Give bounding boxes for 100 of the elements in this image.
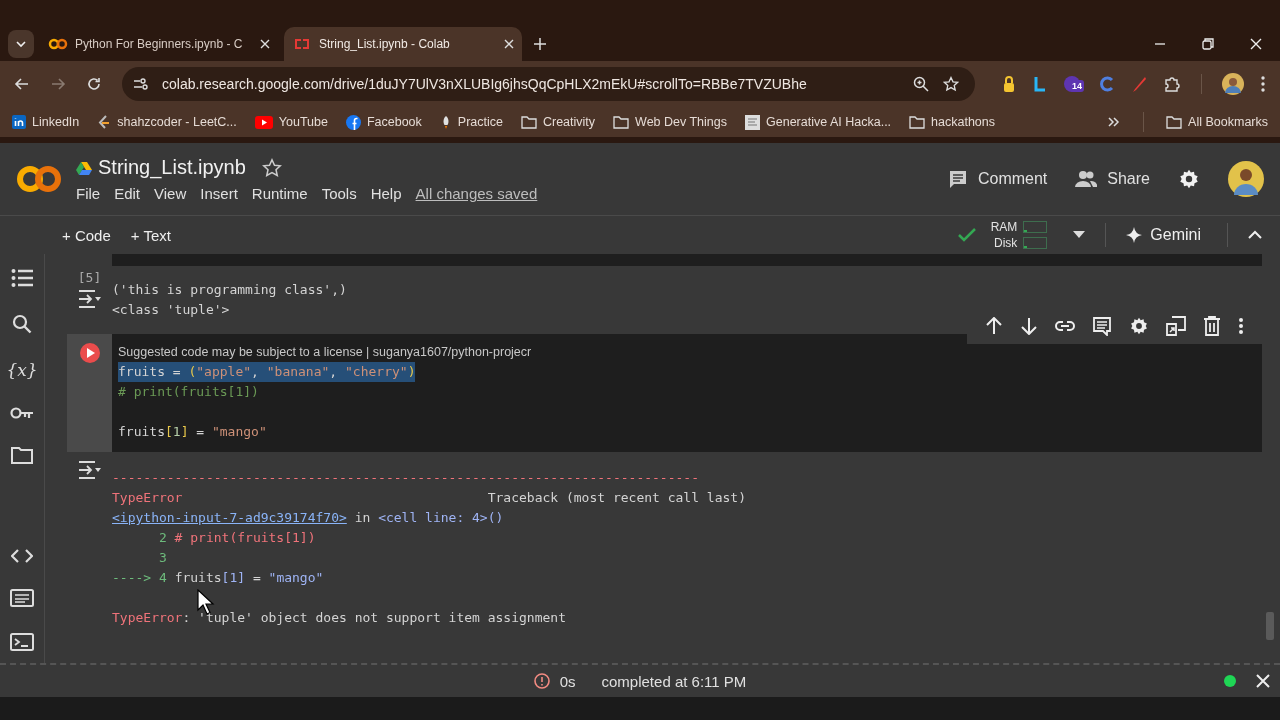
code-text: 1 — [172, 423, 181, 441]
settings-icon[interactable] — [1178, 168, 1200, 190]
close-icon[interactable] — [1250, 38, 1262, 50]
puzzle-icon[interactable] — [1163, 75, 1181, 93]
output-text: <class 'tuple'> — [112, 301, 230, 319]
close-icon[interactable] — [504, 39, 514, 49]
browser-tab[interactable]: Python For Beginners.ipynb - C — [40, 27, 278, 61]
move-up-icon[interactable] — [985, 317, 1003, 335]
lock-icon[interactable] — [1001, 75, 1017, 93]
new-tab-icon[interactable] — [534, 38, 546, 50]
zoom-icon[interactable] — [913, 76, 929, 92]
status-message: completed at 6:11 PM — [601, 672, 747, 690]
star-icon[interactable] — [943, 76, 959, 92]
output-text: = — [251, 569, 262, 587]
output-toggle-icon[interactable] — [77, 289, 102, 309]
colab-logo-icon — [292, 38, 312, 50]
folder-icon[interactable] — [11, 446, 33, 464]
disk-label: Disk — [993, 235, 1018, 251]
mirror-cell-icon[interactable] — [1166, 316, 1186, 336]
output-text: TypeError — [112, 489, 183, 507]
more-bookmarks-icon[interactable] — [1107, 116, 1122, 128]
code-text: , — [329, 363, 339, 381]
folder-icon — [1166, 115, 1183, 129]
error-icon — [533, 673, 550, 689]
variables-button[interactable]: {x} — [6, 360, 38, 380]
output-toggle-icon[interactable] — [77, 460, 102, 480]
comment-button[interactable]: Comment — [947, 169, 1048, 189]
menu-item[interactable]: Help — [370, 185, 402, 202]
code-text: "apple" — [196, 363, 252, 381]
output-text: Traceback (most recent call last) — [487, 489, 746, 507]
menu-item[interactable]: Tools — [321, 185, 357, 202]
license-notice: Suggested code may be subject to a license | suganya1607/python-projecr — [118, 344, 533, 360]
site-settings-icon[interactable] — [132, 76, 148, 92]
restore-icon[interactable] — [1202, 38, 1214, 50]
profile-avatar[interactable] — [1228, 161, 1264, 197]
table-of-contents-icon[interactable] — [11, 268, 33, 288]
link-icon[interactable] — [1055, 320, 1075, 332]
drive-icon — [76, 160, 92, 175]
pen-icon[interactable] — [1131, 75, 1147, 93]
terminal-icon[interactable] — [10, 633, 34, 651]
url-text: colab.research.google.com/drive/1duJY7UlV3nXLUBIg6jhsQqCpHLX2mEkU#scrollTo=RBBe7TVZUBhe — [162, 76, 808, 92]
bookmark[interactable]: Facebook — [345, 114, 422, 130]
bookmark[interactable]: Practice — [439, 114, 503, 130]
tab-title: Python For Beginners.ipynb - C — [75, 37, 244, 51]
profile-avatar[interactable] — [1222, 73, 1244, 95]
close-icon[interactable] — [1256, 674, 1270, 688]
source-link[interactable]: <ipython-input-7-ad9c39174f70> — [112, 508, 347, 528]
settings-icon[interactable] — [1129, 316, 1149, 336]
key-icon[interactable] — [10, 406, 34, 420]
address-bar[interactable]: colab.research.google.com/drive/1duJY7UlV3nXLUBIg6jhsQqCpHLX2mEkU#scrollTo=RBBe7TVZUBhe — [122, 67, 975, 101]
trash-icon[interactable] — [1203, 316, 1221, 336]
all-bookmarks-button[interactable]: All Bookmarks — [1166, 115, 1268, 129]
share-button[interactable]: Share — [1075, 170, 1150, 188]
command-palette-icon[interactable] — [10, 589, 34, 607]
bookmark[interactable]: Generative AI Hacka... — [745, 114, 892, 130]
add-text-button[interactable]: + Text — [130, 226, 171, 244]
resource-monitor[interactable]: RAM Disk — [990, 219, 1048, 251]
code-text: ] — [180, 423, 189, 441]
gemini-button[interactable]: Gemini — [1126, 226, 1201, 244]
scrollbar[interactable] — [1266, 612, 1274, 640]
bookmark-label: Web Dev Things — [635, 115, 727, 129]
save-status-link[interactable]: All changes saved — [415, 185, 538, 202]
menu-item[interactable]: Insert — [200, 185, 238, 202]
close-icon[interactable] — [260, 39, 270, 49]
code-text: # print(fruits[1]) — [118, 383, 259, 401]
run-cell-button[interactable] — [78, 342, 101, 364]
forward-icon[interactable] — [50, 76, 66, 92]
bookmark[interactable]: Creativity — [520, 115, 596, 129]
output-text: <cell line: 4>() — [378, 509, 504, 527]
bookmark[interactable]: YouTube — [254, 115, 328, 129]
menu-item[interactable]: Runtime — [251, 185, 308, 202]
tab-search-button[interactable] — [8, 30, 34, 58]
output-text: fruits — [174, 569, 222, 587]
code-text: , — [251, 363, 260, 381]
bookmark[interactable]: shahzcoder - LeetC... — [97, 114, 237, 130]
star-icon[interactable] — [261, 157, 282, 178]
notebook-title[interactable]: String_List.ipynb — [98, 156, 246, 179]
bookmark[interactable]: LinkedIn — [12, 115, 80, 129]
reload-icon[interactable] — [86, 76, 102, 92]
back-icon[interactable] — [14, 76, 30, 92]
comment-icon[interactable] — [1092, 316, 1112, 336]
menu-item[interactable]: File — [76, 185, 101, 202]
colab-logo-icon[interactable] — [16, 165, 62, 193]
collapse-icon[interactable] — [1248, 230, 1262, 240]
code-icon[interactable] — [11, 549, 33, 563]
move-down-icon[interactable] — [1020, 317, 1038, 335]
menu-item[interactable]: Edit — [114, 185, 141, 202]
dropdown-icon[interactable] — [1073, 231, 1086, 239]
search-icon[interactable] — [12, 314, 32, 334]
menu-item[interactable]: View — [154, 185, 187, 202]
bookmark[interactable]: Web Dev Things — [613, 115, 727, 129]
page-icon — [745, 114, 760, 130]
bookmark[interactable]: hackathons — [909, 115, 995, 129]
ram-meter — [1023, 221, 1048, 233]
more-icon[interactable] — [1260, 75, 1266, 93]
more-icon[interactable] — [1238, 317, 1244, 335]
ram-label: RAM — [990, 219, 1018, 235]
extension-icon[interactable] — [1033, 75, 1047, 93]
browser-tab[interactable]: String_List.ipynb - Colab — [284, 27, 522, 61]
add-code-button[interactable]: + Code — [62, 226, 111, 244]
